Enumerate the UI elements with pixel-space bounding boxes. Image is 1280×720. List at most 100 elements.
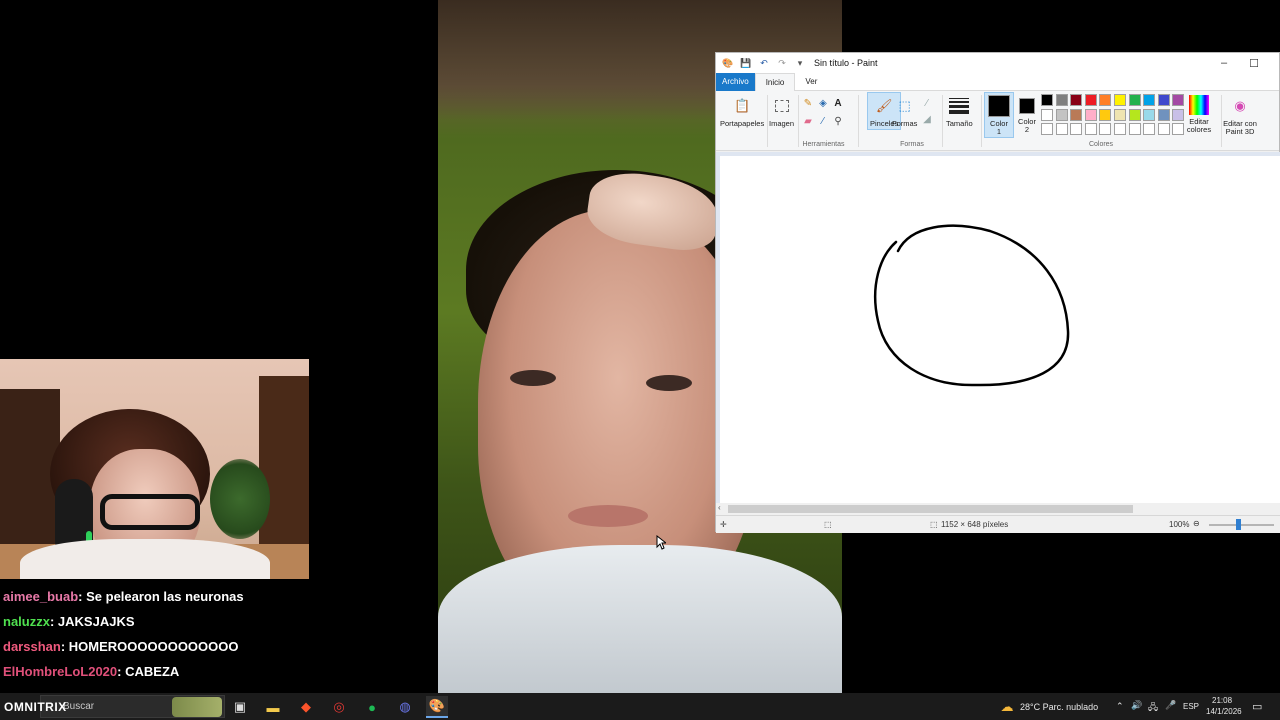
discord-icon[interactable]: ◍	[394, 696, 416, 718]
palette-color-swatch[interactable]	[1084, 108, 1097, 121]
colors-group-label: Colores	[1088, 141, 1114, 148]
color1-button[interactable]: Color 1	[984, 92, 1014, 138]
show-hidden-icons-icon[interactable]: ⌃	[1116, 701, 1124, 712]
chat-username: darsshan	[3, 639, 61, 654]
image-button[interactable]: Imagen	[769, 95, 794, 128]
undo-icon[interactable]: ↶	[758, 57, 770, 69]
palette-empty-swatch[interactable]	[1128, 123, 1141, 136]
palette-color-swatch[interactable]	[1070, 108, 1083, 121]
palette-empty-swatch[interactable]	[1041, 123, 1053, 136]
palette-color-swatch[interactable]	[1157, 108, 1170, 121]
mouth	[568, 505, 648, 527]
tab-home[interactable]: Inicio	[754, 72, 796, 91]
clock-time[interactable]: 21:08	[1212, 696, 1232, 705]
palette-color-swatch[interactable]	[1099, 94, 1112, 106]
palette-color-swatch[interactable]	[1099, 108, 1112, 121]
zoom-out-icon[interactable]: ⊖	[1193, 519, 1200, 528]
right-eye	[646, 375, 692, 391]
palette-color-swatch[interactable]	[1128, 94, 1141, 106]
fill-shape-icon[interactable]: ◢	[921, 113, 933, 125]
pencil-icon[interactable]: ✎	[802, 97, 814, 109]
chat-username: aimee_buab	[3, 589, 79, 604]
palette-color-swatch[interactable]	[1114, 108, 1126, 121]
horizontal-scrollbar[interactable]: ‹	[716, 503, 1280, 515]
palette-color-swatch[interactable]	[1128, 108, 1141, 121]
palette-color-swatch[interactable]	[1041, 108, 1053, 121]
spotify-icon[interactable]: ●	[361, 696, 383, 718]
shapes-label: Formas	[892, 119, 918, 128]
palette-color-swatch[interactable]	[1055, 108, 1068, 121]
tab-file[interactable]: Archivo	[716, 72, 755, 91]
palette-color-swatch[interactable]	[1041, 94, 1053, 106]
search-placeholder: Buscar	[63, 701, 95, 712]
color-picker-icon[interactable]: ⁄	[817, 115, 829, 127]
volume-icon[interactable]: 🔊	[1131, 700, 1142, 711]
edit-colors-button[interactable]: Editar colores	[1181, 95, 1217, 134]
network-icon[interactable]: 🖧	[1148, 700, 1158, 716]
chat-text: Se pelearon las neuronas	[86, 589, 244, 604]
palette-empty-swatch[interactable]	[1084, 123, 1097, 136]
redo-icon[interactable]: ↷	[776, 57, 788, 69]
palette-empty-swatch[interactable]	[1055, 123, 1068, 136]
eraser-icon[interactable]: ▰	[802, 115, 814, 127]
color1-swatch	[988, 95, 1010, 117]
magnifier-icon[interactable]: ⚲	[832, 115, 844, 127]
palette-color-swatch[interactable]	[1143, 108, 1156, 121]
chat-message: darsshan: HOMEROOOOOOOOOOOO	[3, 639, 239, 654]
paint-titlebar[interactable]: 🎨 💾 ↶ ↷ ▾ Sin título - Paint – ☐	[716, 53, 1279, 73]
omnitrix-logo: OMNITRIX	[4, 700, 67, 714]
task-view-icon[interactable]: ▣	[229, 696, 251, 718]
language-indicator[interactable]: ESP	[1183, 702, 1199, 711]
color2-button[interactable]: Color 2	[1016, 95, 1038, 134]
shirt	[438, 545, 842, 693]
rainbow-icon	[1189, 95, 1209, 115]
chat-username: naluzzx	[3, 614, 50, 629]
palette-color-swatch[interactable]	[1143, 94, 1156, 106]
clipboard-button[interactable]: 📋 Portapapeles	[720, 95, 764, 128]
select-icon	[774, 100, 789, 112]
obs-icon[interactable]: ◎	[328, 696, 350, 718]
palette-empty-swatch[interactable]	[1114, 123, 1126, 136]
drawing-layer	[874, 224, 1070, 387]
microphone-icon[interactable]: 🎤	[1165, 700, 1176, 711]
palette-color-swatch[interactable]	[1157, 94, 1170, 106]
palette-empty-swatch[interactable]	[1099, 123, 1112, 136]
screen: aimee_buab: Se pelearon las neuronas nal…	[0, 0, 1280, 720]
chat-text: CABEZA	[125, 664, 180, 679]
outline-icon[interactable]: ⁄	[921, 97, 933, 109]
notifications-icon[interactable]: ▭	[1252, 700, 1262, 713]
clock-date[interactable]: 14/1/2026	[1206, 707, 1242, 716]
scroll-left-icon[interactable]: ‹	[718, 503, 721, 512]
palette-empty-swatch[interactable]	[1143, 123, 1156, 136]
mouse-cursor-icon	[656, 535, 666, 550]
zoom-slider[interactable]	[1209, 524, 1274, 526]
weather-text[interactable]: 28°C Parc. nublado	[1020, 702, 1098, 712]
size-button[interactable]: Tamaño	[946, 95, 973, 128]
minimize-button[interactable]: –	[1209, 53, 1239, 73]
taskbar-search[interactable]: Buscar	[40, 695, 225, 718]
plant	[210, 459, 270, 539]
palette-empty-swatch[interactable]	[1070, 123, 1083, 136]
palette-color-swatch[interactable]	[1055, 94, 1068, 106]
customize-quick-access-icon[interactable]: ▾	[794, 57, 806, 69]
palette-empty-swatch[interactable]	[1157, 123, 1170, 136]
shapes-button[interactable]: ⬚ Formas	[892, 95, 917, 128]
fill-icon[interactable]: ◈	[817, 97, 829, 109]
brave-browser-icon[interactable]: ◆	[295, 696, 317, 718]
drawing-canvas[interactable]	[720, 156, 1280, 506]
save-icon[interactable]: 💾	[740, 57, 752, 69]
text-icon[interactable]: A	[832, 97, 844, 109]
tab-view[interactable]: Ver	[795, 73, 827, 91]
chat-message: naluzzx: JAKSJAJKS	[3, 614, 135, 629]
palette-color-swatch[interactable]	[1070, 94, 1083, 106]
maximize-button[interactable]: ☐	[1239, 53, 1269, 73]
palette-color-swatch[interactable]	[1114, 94, 1126, 106]
paint-taskbar-icon[interactable]: 🎨	[426, 696, 448, 718]
scrollbar-thumb[interactable]	[728, 505, 1133, 513]
file-explorer-icon[interactable]: ▬	[262, 696, 284, 718]
zoom-slider-knob[interactable]	[1236, 519, 1241, 530]
separator	[767, 95, 768, 147]
palette-color-swatch[interactable]	[1084, 94, 1097, 106]
paint3d-button[interactable]: ◉ Editar con Paint 3D	[1222, 95, 1258, 136]
shapes-icon: ⬚	[898, 98, 911, 113]
